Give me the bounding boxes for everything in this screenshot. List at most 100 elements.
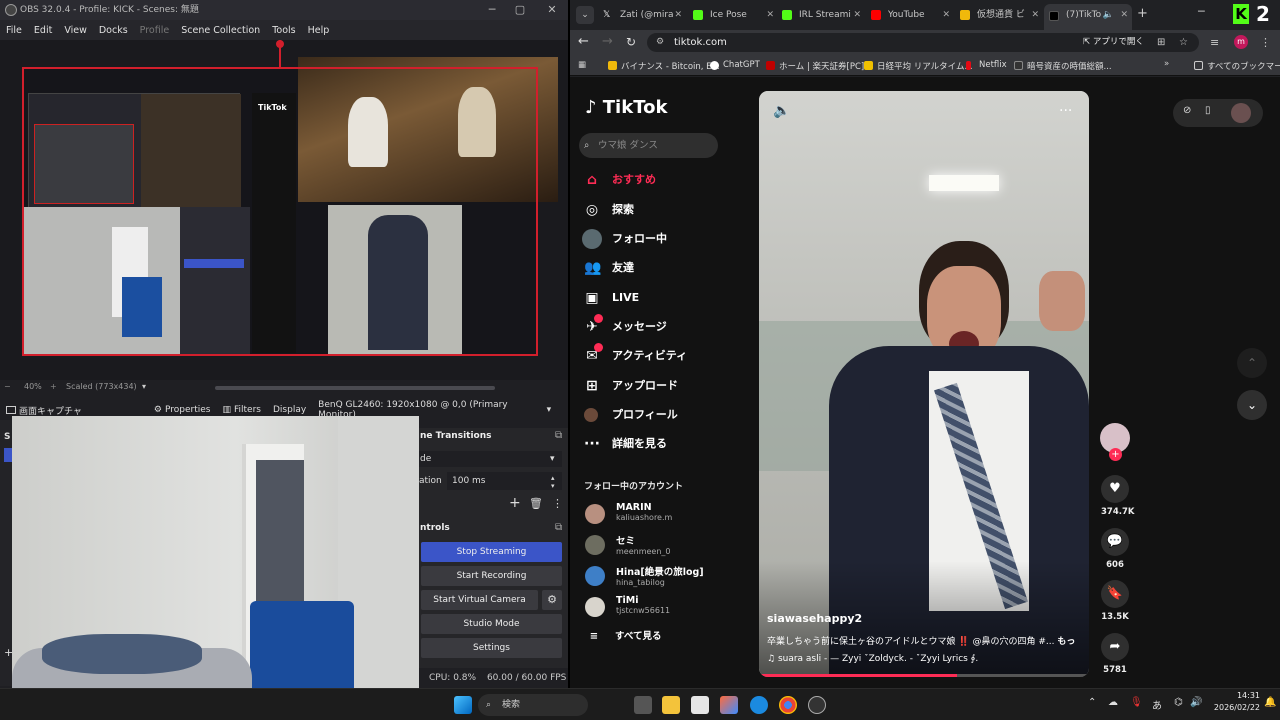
zoom-level[interactable]: 40% <box>24 382 42 391</box>
undock-icon[interactable]: ⧉ <box>555 522 562 533</box>
tab-kick-1[interactable]: Ice Pose ✕ <box>688 5 778 25</box>
profile-avatar[interactable]: m <box>1234 35 1248 49</box>
video-progress-track[interactable] <box>759 674 1089 677</box>
nav-foryou[interactable]: ⌂ おすすめ <box>584 169 656 191</box>
menu-profile[interactable]: Profile <box>134 25 176 36</box>
following-account[interactable]: TiMi tjstcnw56611 <box>585 595 670 621</box>
store-icon[interactable] <box>691 696 709 714</box>
clock[interactable]: 14:31 2026/02/22 <box>1208 690 1260 714</box>
menu-file[interactable]: File <box>0 25 28 36</box>
chrome-icon[interactable] <box>779 696 797 714</box>
ime-indicator[interactable]: あ <box>1152 697 1162 712</box>
properties-button[interactable]: ⚙ Properties <box>148 405 217 415</box>
all-bookmarks-folder[interactable]: すべてのブックマーク <box>1194 60 1280 72</box>
scale-mode[interactable]: Scaled (773x434) <box>66 382 137 391</box>
obs-icon[interactable] <box>808 696 826 714</box>
tiktok-video[interactable]: 🔈 ··· siawasehappy2 卒業しちゃう前に保土ヶ谷のアイドルとウマ… <box>759 91 1089 677</box>
filters-button[interactable]: ▥ Filters <box>216 405 267 415</box>
close-tab-icon[interactable]: ✕ <box>766 5 774 25</box>
scale-dropdown-icon[interactable]: ▾ <box>142 382 146 391</box>
reload-icon[interactable]: ↻ <box>626 35 636 49</box>
minimize-icon[interactable]: ─ <box>478 0 506 20</box>
site-info-icon[interactable]: ⚙ <box>656 33 664 52</box>
file-explorer-icon[interactable] <box>662 696 680 714</box>
bookmark-nikkei[interactable]: 日経平均 リアルタイム... <box>864 60 973 72</box>
microphone-icon[interactable]: 🎙 <box>1130 697 1143 708</box>
address-bar[interactable]: ⚙ tiktok.com ⇱ アプリで開く ⊞ ☆ <box>647 33 1199 52</box>
cloud-icon[interactable]: ☁ <box>1108 697 1118 708</box>
windows-start-icon[interactable] <box>454 696 472 714</box>
comment-action[interactable]: 💬 606 <box>1101 528 1129 570</box>
tiktok-logo[interactable]: ♪ TikTok <box>585 97 667 118</box>
tab-search-icon[interactable]: ⌄ <box>576 6 594 24</box>
extensions-icon[interactable]: ≡ <box>1210 36 1219 49</box>
search-input[interactable]: ⌕ ウマ娘 ダンス <box>579 133 718 158</box>
chevron-up-icon[interactable]: ⌃ <box>1088 697 1096 708</box>
settings-button[interactable]: Settings <box>421 638 562 658</box>
trash-icon[interactable]: 🗑 <box>529 497 543 510</box>
menu-scene-collection[interactable]: Scene Collection <box>175 25 266 36</box>
nav-more[interactable]: ··· 詳細を見る <box>584 433 667 455</box>
close-tab-icon[interactable]: ✕ <box>853 5 861 25</box>
transition-select[interactable]: de ▾ <box>419 451 562 467</box>
more-options-icon[interactable]: ··· <box>1059 103 1072 119</box>
nav-messages[interactable]: ✈ メッセージ <box>584 314 667 338</box>
close-tab-icon[interactable]: ✕ <box>1120 4 1128 26</box>
nav-upload[interactable]: ⊞ アップロード <box>584 375 678 397</box>
next-video-button[interactable]: ⌄ <box>1237 390 1267 420</box>
nav-profile[interactable]: プロフィール <box>584 404 678 426</box>
bookmark-chatgpt[interactable]: ChatGPT <box>710 60 760 70</box>
tab-youtube[interactable]: YouTube ✕ <box>866 5 954 25</box>
preview-scrollbar[interactable] <box>215 386 495 390</box>
video-music[interactable]: ♫ suara asli - — Zyyi ˇZoldyck. - ˇZyyi … <box>767 654 1077 664</box>
save-action[interactable]: 🔖 13.5K <box>1101 580 1129 622</box>
see-all-link[interactable]: ≡ すべて見る <box>584 626 662 648</box>
obs-preview[interactable]: TikTok <box>0 40 568 380</box>
more-vertical-icon[interactable]: ⋮ <box>552 497 563 510</box>
bookmark-binance[interactable]: バイナンス - Bitcoin, E... <box>608 60 720 72</box>
bookmark-rakuten[interactable]: ホーム | 楽天証券[PC] <box>766 60 864 72</box>
studio-mode-button[interactable]: Studio Mode <box>421 614 562 634</box>
tab-kick-2[interactable]: IRL Streami ✕ <box>777 5 865 25</box>
like-action[interactable]: ♥ 374.7K <box>1101 475 1134 517</box>
menu-view[interactable]: View <box>58 25 93 36</box>
add-transition-icon[interactable]: + <box>509 495 521 511</box>
close-tab-icon[interactable]: ✕ <box>674 5 682 25</box>
follow-plus-icon[interactable]: + <box>1109 448 1122 461</box>
menu-docks[interactable]: Docks <box>93 25 134 36</box>
following-account[interactable]: Hina[絶景の旅log] hina_tabilog <box>585 564 704 590</box>
bookmark-star-icon[interactable]: ☆ <box>1179 33 1188 52</box>
following-account[interactable]: MARIN kaliuashore.m <box>585 502 672 528</box>
previous-video-button[interactable]: ⌃ <box>1237 348 1267 378</box>
nav-activity[interactable]: ✉ アクティビティ <box>584 343 687 367</box>
start-virtual-camera-button[interactable]: Start Virtual Camera <box>421 590 538 610</box>
back-icon[interactable]: ← <box>578 34 589 49</box>
open-in-app-button[interactable]: ⇱ アプリで開く <box>1083 33 1144 52</box>
rotate-handle-dot[interactable] <box>276 40 284 48</box>
start-recording-button[interactable]: Start Recording <box>421 566 562 586</box>
volume-icon[interactable]: 🔊 <box>1190 697 1202 708</box>
close-tab-icon[interactable]: ✕ <box>942 5 950 25</box>
notification-bell-icon[interactable]: 🔔 <box>1264 697 1276 708</box>
tab-x[interactable]: 𝕏 Zati (@mira ✕ <box>598 5 686 25</box>
chrome-menu-icon[interactable]: ⋮ <box>1260 36 1271 49</box>
menu-tools[interactable]: Tools <box>266 25 301 36</box>
stop-streaming-button[interactable]: Stop Streaming <box>421 542 562 562</box>
nav-friends[interactable]: 👥 友達 <box>584 257 634 279</box>
menu-help[interactable]: Help <box>302 25 336 36</box>
bookmark-coinmarket[interactable]: 暗号資産の時価総額... <box>1014 60 1112 72</box>
phone-icon[interactable]: ▯ <box>1205 105 1211 116</box>
audio-icon[interactable]: 🔈 <box>1103 4 1114 26</box>
bookmark-netflix[interactable]: Netflix <box>966 60 1007 70</box>
duration-input[interactable]: 100 ms ▴ ▾ <box>447 472 562 490</box>
following-account[interactable]: セミ meenmeen_0 <box>585 533 671 559</box>
see-more-link[interactable]: もっと見る <box>1057 637 1077 647</box>
tab-tiktok-active[interactable]: (7)TikTo 🔈 ✕ <box>1044 4 1132 30</box>
task-view-icon[interactable] <box>634 696 652 714</box>
translate-icon[interactable]: ⊞ <box>1157 33 1165 52</box>
nav-live[interactable]: ▣ LIVE <box>584 287 639 309</box>
undock-icon[interactable]: ⧉ <box>555 430 562 441</box>
nav-following[interactable]: フォロー中 <box>582 228 667 250</box>
maximize-icon[interactable]: ▢ <box>506 0 534 20</box>
menu-edit[interactable]: Edit <box>28 25 58 36</box>
